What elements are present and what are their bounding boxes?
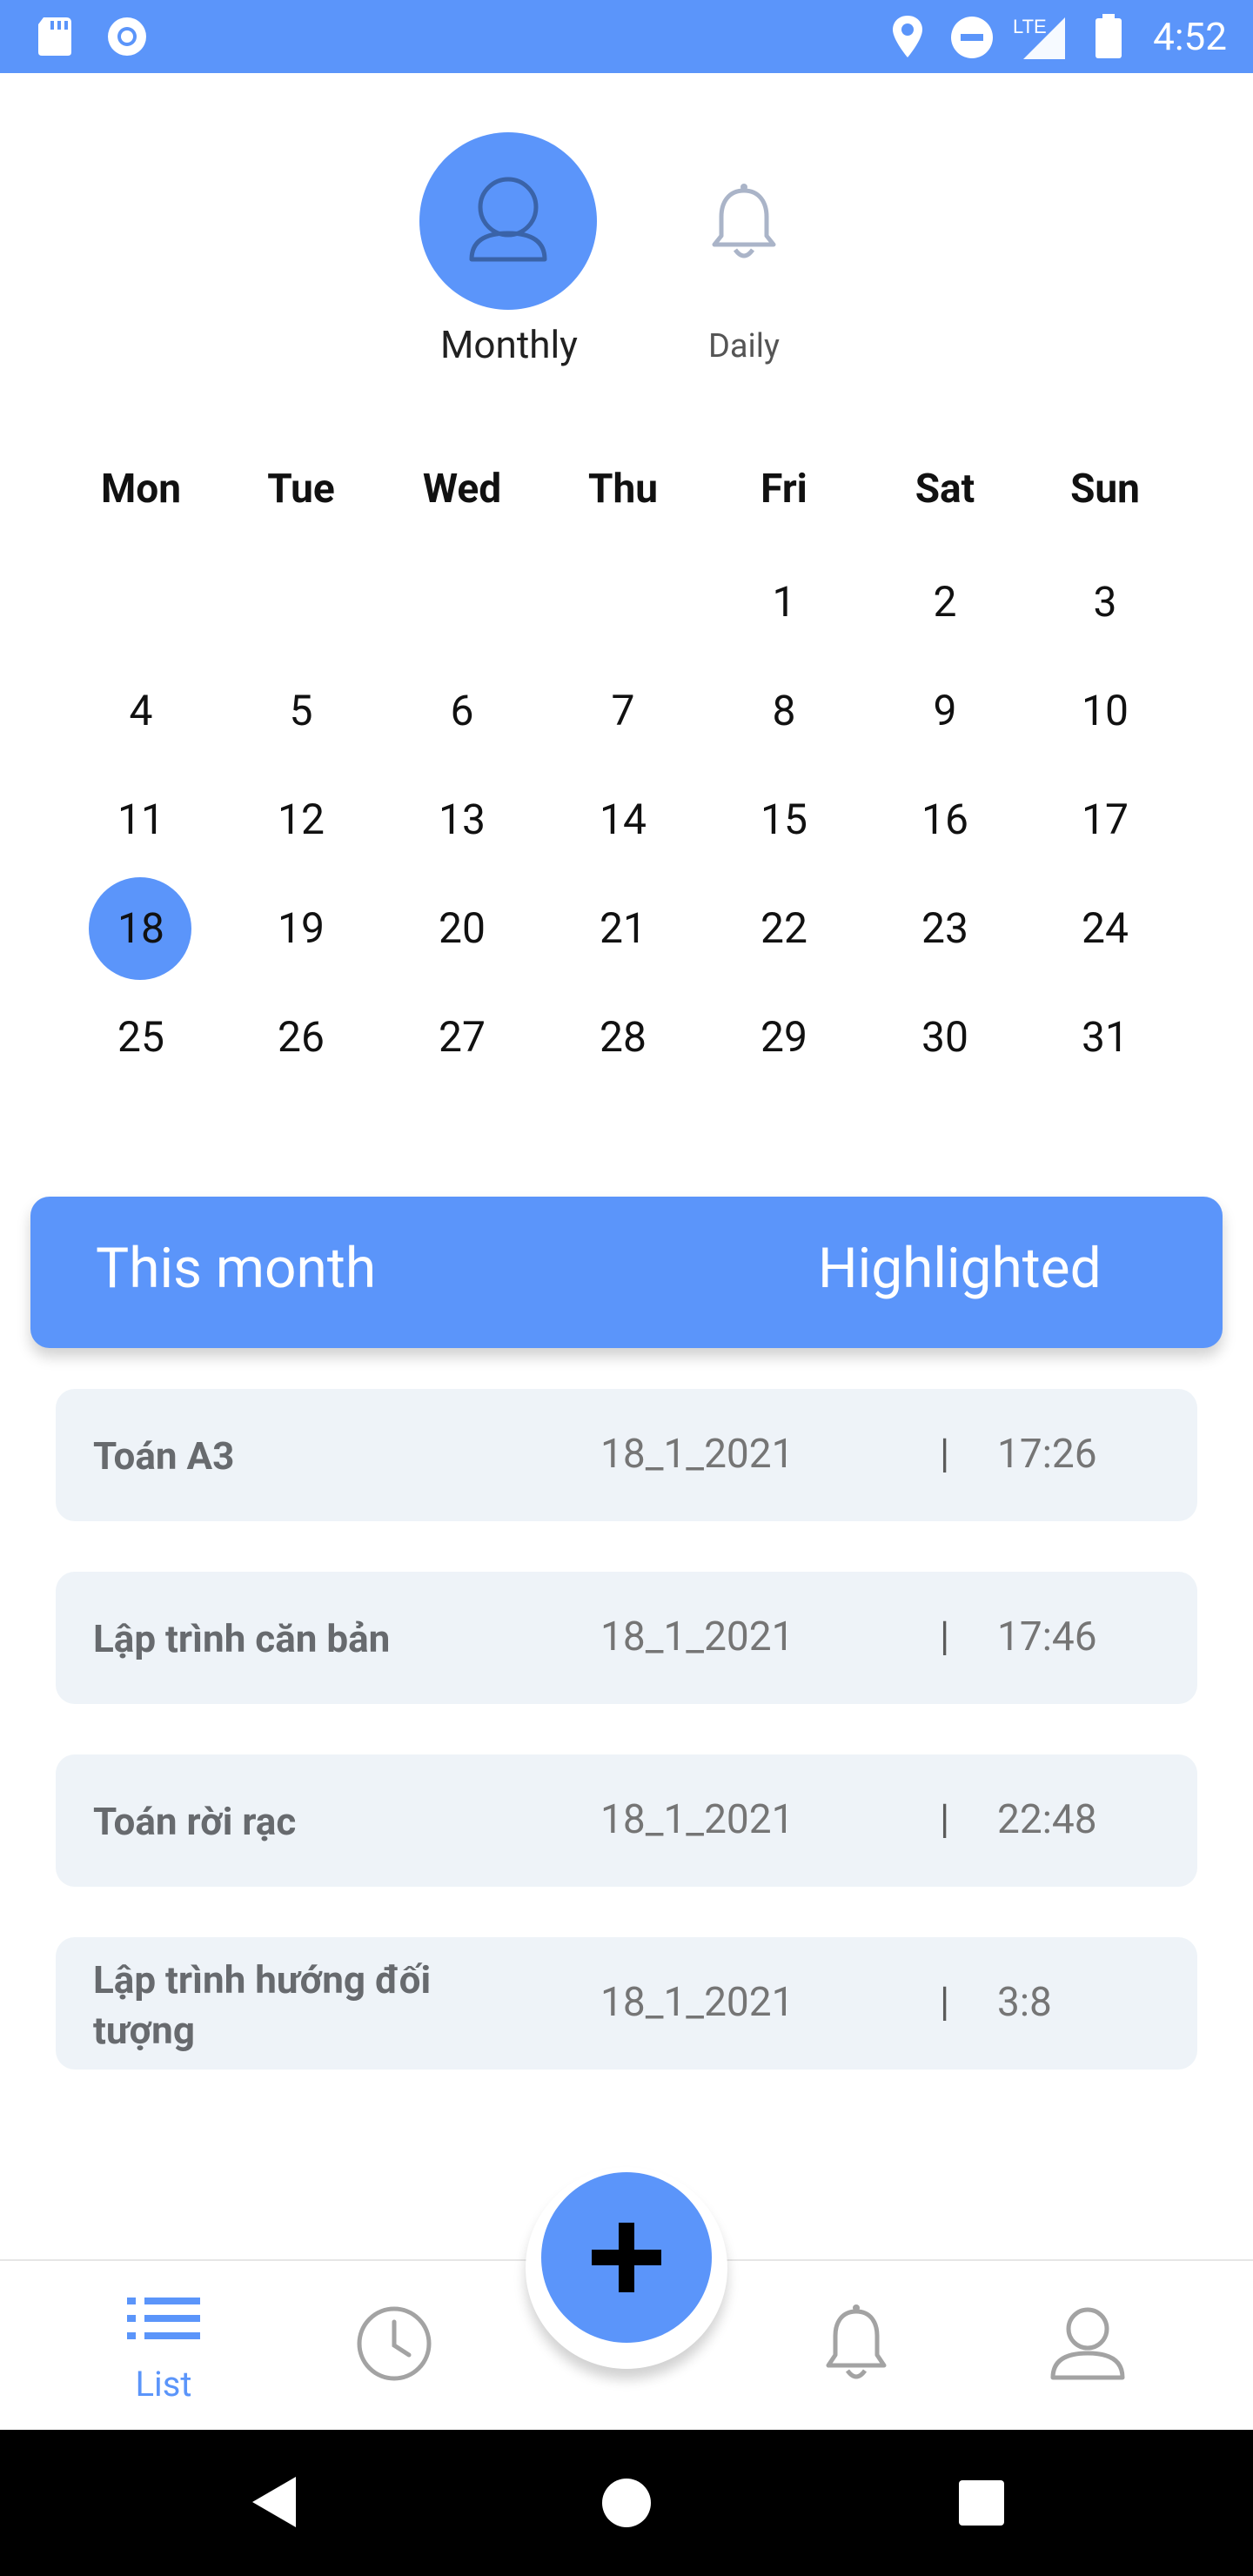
monthly-mode-button[interactable] bbox=[419, 132, 597, 310]
weekday-header: Wed bbox=[422, 466, 502, 513]
note-title: Lập trình căn bản bbox=[93, 1616, 391, 1661]
calendar-day[interactable]: 24 bbox=[1025, 902, 1185, 955]
recents-icon[interactable] bbox=[957, 2479, 1006, 2527]
note-time: 17:46 bbox=[997, 1613, 1097, 1660]
note-title: Toán rời rạc bbox=[93, 1799, 297, 1844]
bell-icon[interactable] bbox=[818, 2301, 895, 2385]
weekday-header: Mon bbox=[100, 466, 182, 513]
back-icon[interactable] bbox=[249, 2473, 301, 2531]
status-bar: LTE 4:52 bbox=[0, 0, 1253, 73]
clock-icon[interactable] bbox=[355, 2304, 433, 2383]
note-time: 17:26 bbox=[997, 1431, 1097, 1478]
calendar-day[interactable]: 23 bbox=[865, 902, 1025, 955]
home-icon[interactable] bbox=[600, 2477, 653, 2529]
sd-card-icon bbox=[38, 17, 71, 56]
calendar-day[interactable]: 6 bbox=[382, 685, 542, 737]
do-not-disturb-icon bbox=[951, 17, 993, 58]
calendar-day[interactable]: 1 bbox=[704, 576, 864, 628]
monthly-mode-label: Monthly bbox=[440, 322, 578, 367]
lte-signal-icon: LTE bbox=[1013, 16, 1065, 59]
note-title: Toán A3 bbox=[93, 1433, 235, 1479]
weekday-header: Thu bbox=[587, 466, 659, 513]
calendar-day[interactable]: 3 bbox=[1025, 576, 1185, 628]
person-icon bbox=[469, 177, 547, 262]
calendar-day[interactable]: 5 bbox=[221, 685, 381, 737]
system-navigation-bar bbox=[0, 2430, 1253, 2576]
calendar-day[interactable]: 7 bbox=[543, 685, 703, 737]
calendar-day[interactable]: 20 bbox=[382, 902, 542, 955]
calendar-day[interactable]: 8 bbox=[704, 685, 864, 737]
status-time: 4:52 bbox=[1153, 14, 1227, 59]
calendar-day[interactable]: 13 bbox=[382, 794, 542, 846]
note-date: 18_1_2021 bbox=[600, 1613, 794, 1660]
note-date: 18_1_2021 bbox=[600, 1431, 794, 1478]
profile-icon[interactable] bbox=[1048, 2303, 1128, 2383]
calendar-day[interactable]: 9 bbox=[865, 685, 1025, 737]
daily-mode-label[interactable]: Daily bbox=[661, 327, 827, 366]
calendar-day[interactable]: 15 bbox=[704, 794, 864, 846]
highlighted-tab[interactable]: Highlighted bbox=[818, 1236, 1102, 1301]
location-icon bbox=[893, 16, 922, 57]
weekday-header: Sun bbox=[1070, 466, 1140, 513]
svg-text:LTE: LTE bbox=[1013, 16, 1047, 37]
calendar-day[interactable]: 10 bbox=[1025, 685, 1185, 737]
calendar-day[interactable]: 14 bbox=[543, 794, 703, 846]
calendar-day[interactable]: 27 bbox=[382, 1011, 542, 1063]
weekday-header: Fri bbox=[761, 466, 807, 513]
note-separator: | bbox=[940, 1613, 950, 1660]
add-note-button[interactable] bbox=[541, 2172, 712, 2343]
calendar-day[interactable]: 19 bbox=[221, 902, 381, 955]
list-icon[interactable] bbox=[122, 2289, 205, 2350]
calendar-day[interactable]: 4 bbox=[61, 685, 221, 737]
note-time: 3:8 bbox=[997, 1979, 1052, 2026]
nav-list-label[interactable]: List bbox=[104, 2364, 223, 2405]
note-date: 18_1_2021 bbox=[600, 1979, 794, 2026]
calendar-day-selected[interactable]: 18 bbox=[61, 902, 221, 955]
note-title: Lập trình hướng đối tượng bbox=[93, 1957, 432, 2053]
this-month-tab[interactable]: This month bbox=[96, 1236, 376, 1301]
calendar-day[interactable]: 30 bbox=[865, 1011, 1025, 1063]
calendar-day[interactable]: 16 bbox=[865, 794, 1025, 846]
calendar-day[interactable]: 11 bbox=[61, 794, 221, 846]
calendar-day[interactable]: 28 bbox=[543, 1011, 703, 1063]
note-date: 18_1_2021 bbox=[600, 1796, 794, 1843]
weekday-header: Tue bbox=[267, 466, 335, 513]
calendar-day[interactable]: 29 bbox=[704, 1011, 864, 1063]
sync-icon bbox=[108, 17, 146, 56]
calendar-day[interactable]: 26 bbox=[221, 1011, 381, 1063]
note-separator: | bbox=[940, 1796, 950, 1843]
calendar-day[interactable]: 2 bbox=[865, 576, 1025, 628]
note-separator: | bbox=[940, 1431, 950, 1478]
note-time: 22:48 bbox=[997, 1796, 1097, 1843]
calendar-day[interactable]: 21 bbox=[543, 902, 703, 955]
calendar-day[interactable]: 22 bbox=[704, 902, 864, 955]
calendar-day[interactable]: 17 bbox=[1025, 794, 1185, 846]
calendar-day[interactable]: 12 bbox=[221, 794, 381, 846]
calendar-day[interactable]: 25 bbox=[61, 1011, 221, 1063]
weekday-header: Sat bbox=[915, 466, 975, 513]
calendar-day[interactable]: 31 bbox=[1025, 1011, 1185, 1063]
battery-icon bbox=[1096, 14, 1122, 58]
note-separator: | bbox=[940, 1979, 950, 2026]
bell-icon[interactable] bbox=[700, 178, 787, 265]
plus-icon bbox=[592, 2223, 661, 2292]
